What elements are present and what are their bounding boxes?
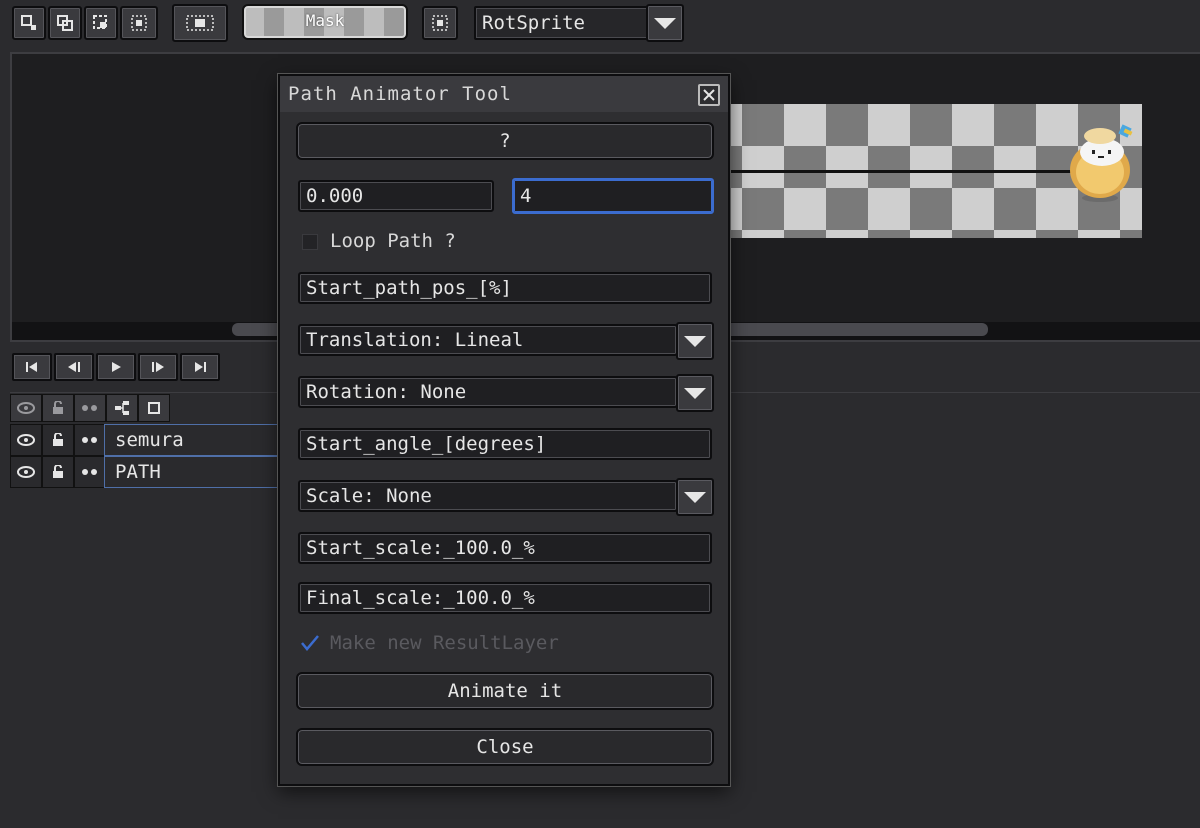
dialog-title-bar[interactable]: Path Animator Tool — [280, 76, 728, 112]
square-header[interactable] — [138, 394, 170, 422]
onion-header[interactable] — [74, 394, 106, 422]
prev-frame-icon — [68, 362, 80, 372]
visibility-header[interactable] — [10, 394, 42, 422]
onion-icon — [82, 469, 97, 475]
play-button[interactable] — [96, 353, 136, 381]
select-transform-button[interactable] — [84, 6, 118, 40]
sprite-character-icon — [1070, 124, 1133, 202]
layer-visibility-toggle[interactable] — [10, 456, 42, 488]
last-frame-button[interactable] — [180, 353, 220, 381]
start-path-pos-input[interactable]: Start_path_pos_[%] — [298, 272, 712, 304]
dialog-title: Path Animator Tool — [288, 83, 512, 105]
layer-lock-toggle[interactable] — [42, 424, 74, 456]
loop-path-label[interactable]: Loop Path ? — [330, 230, 530, 254]
select-rect-button[interactable] — [12, 6, 46, 40]
eye-icon — [17, 434, 35, 446]
chevron-down-icon — [684, 491, 706, 503]
select-rect-icon — [21, 15, 36, 30]
rotation-algorithm-value: RotSprite — [482, 12, 585, 34]
layer-onion-toggle[interactable] — [74, 424, 106, 456]
grid-dots-icon — [432, 15, 448, 31]
chevron-down-icon — [684, 387, 706, 399]
make-layer-checkmark-icon[interactable] — [300, 634, 320, 652]
translation-dropdown[interactable] — [676, 322, 714, 360]
last-frame-icon — [195, 362, 206, 372]
sprite-canvas[interactable] — [700, 104, 1142, 238]
layer-name-semura[interactable]: semura — [104, 424, 284, 456]
select-copy-button[interactable] — [48, 6, 82, 40]
rotation-select[interactable]: Rotation: None — [298, 376, 678, 408]
layer-name-path[interactable]: PATH — [104, 456, 284, 488]
layer-onion-toggle[interactable] — [74, 456, 106, 488]
select-grid-button[interactable] — [120, 6, 158, 40]
loop-path-checkbox[interactable] — [302, 234, 318, 250]
chevron-down-icon — [684, 335, 706, 347]
scale-dropdown[interactable] — [676, 478, 714, 516]
mask-button[interactable]: Mask — [242, 4, 408, 40]
scale-select[interactable]: Scale: None — [298, 480, 678, 512]
layer-visibility-toggle[interactable] — [10, 424, 42, 456]
select-transform-icon — [93, 15, 107, 29]
lock-icon — [53, 401, 63, 414]
start-angle-input[interactable]: Start_angle_[degrees] — [298, 428, 712, 460]
translation-select[interactable]: Translation: Lineal — [298, 324, 678, 356]
select-all-button[interactable] — [172, 4, 228, 42]
first-frame-button[interactable] — [12, 353, 52, 381]
rotation-algorithm-select[interactable]: RotSprite — [474, 6, 650, 40]
grid-dots-button[interactable] — [422, 6, 458, 40]
motion-path-line — [700, 170, 1100, 173]
rotation-algorithm-dropdown[interactable] — [646, 4, 684, 42]
play-icon — [112, 362, 121, 372]
help-button[interactable]: ? — [296, 122, 714, 160]
lock-icon — [53, 433, 63, 446]
close-icon — [703, 89, 715, 101]
frames-input[interactable]: 4 — [512, 178, 714, 214]
onion-icon — [82, 437, 97, 443]
select-grid-icon — [131, 15, 147, 31]
chevron-down-icon — [654, 17, 676, 29]
layer-lock-toggle[interactable] — [42, 456, 74, 488]
select-all-icon — [186, 15, 214, 31]
square-icon — [148, 402, 160, 414]
animate-button[interactable]: Animate it — [296, 672, 714, 710]
next-frame-button[interactable] — [138, 353, 178, 381]
first-frame-icon — [26, 362, 37, 372]
offset-input[interactable]: 0.000 — [298, 180, 494, 212]
dialog-close-x-button[interactable] — [698, 84, 720, 106]
lock-icon — [53, 465, 63, 478]
eye-icon — [17, 466, 35, 478]
prev-frame-button[interactable] — [54, 353, 94, 381]
select-copy-icon — [57, 15, 73, 31]
start-scale-input[interactable]: Start_scale:_100.0_% — [298, 532, 712, 564]
close-button[interactable]: Close — [296, 728, 714, 766]
lock-header[interactable] — [42, 394, 74, 422]
hierarchy-icon — [115, 401, 129, 415]
make-layer-label: Make new ResultLayer — [330, 632, 559, 654]
onion-icon — [82, 405, 97, 411]
hierarchy-header[interactable] — [106, 394, 138, 422]
rotation-dropdown[interactable] — [676, 374, 714, 412]
path-animator-dialog: Path Animator Tool ? 0.000 4 Loop Path ?… — [278, 74, 730, 786]
next-frame-icon — [152, 362, 164, 372]
eye-icon — [17, 402, 35, 414]
final-scale-input[interactable]: Final_scale:_100.0_% — [298, 582, 712, 614]
